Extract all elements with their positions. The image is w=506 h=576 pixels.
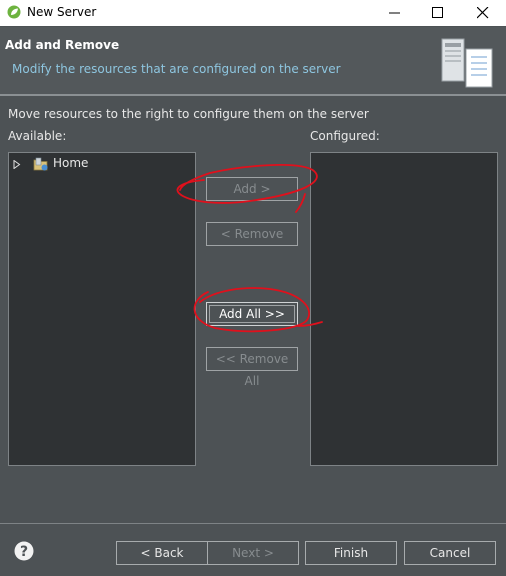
close-icon bbox=[477, 7, 489, 19]
configured-label: Configured: bbox=[310, 129, 380, 143]
page-title: Add and Remove bbox=[5, 38, 120, 52]
spring-leaf-icon bbox=[7, 5, 21, 19]
configured-list[interactable] bbox=[310, 152, 498, 466]
remove-all-button[interactable]: << Remove All bbox=[206, 347, 298, 388]
close-button[interactable] bbox=[460, 0, 506, 26]
add-button[interactable]: Add > bbox=[206, 177, 298, 201]
back-button[interactable]: < Back bbox=[116, 541, 208, 565]
available-label: Available: bbox=[8, 129, 67, 143]
minimize-icon bbox=[389, 12, 400, 14]
tree-item-label: Home bbox=[53, 156, 89, 170]
page-subtitle: Modify the resources that are configured… bbox=[12, 62, 341, 76]
expand-arrow-icon[interactable] bbox=[13, 160, 21, 169]
window-title: New Server bbox=[27, 5, 97, 19]
page-description: Move resources to the right to configure… bbox=[8, 107, 369, 121]
project-icon bbox=[33, 157, 48, 171]
cancel-button[interactable]: Cancel bbox=[404, 541, 496, 565]
title-bar: New Server bbox=[0, 0, 506, 26]
maximize-button[interactable] bbox=[415, 0, 461, 26]
server-banner-icon bbox=[441, 38, 493, 88]
maximize-icon bbox=[432, 7, 443, 18]
available-list[interactable]: Home bbox=[8, 152, 196, 466]
wizard-header: Add and Remove Modify the resources that… bbox=[0, 27, 506, 95]
finish-button[interactable]: Finish bbox=[305, 541, 397, 565]
remove-button[interactable]: < Remove bbox=[206, 222, 298, 246]
add-all-button[interactable]: Add All >> bbox=[206, 302, 298, 326]
footer-separator bbox=[0, 523, 506, 524]
next-button[interactable]: Next > bbox=[207, 541, 299, 565]
header-separator bbox=[0, 94, 506, 96]
help-icon[interactable]: ? bbox=[14, 541, 34, 561]
minimize-button[interactable] bbox=[372, 0, 418, 26]
svg-text:?: ? bbox=[20, 544, 28, 560]
